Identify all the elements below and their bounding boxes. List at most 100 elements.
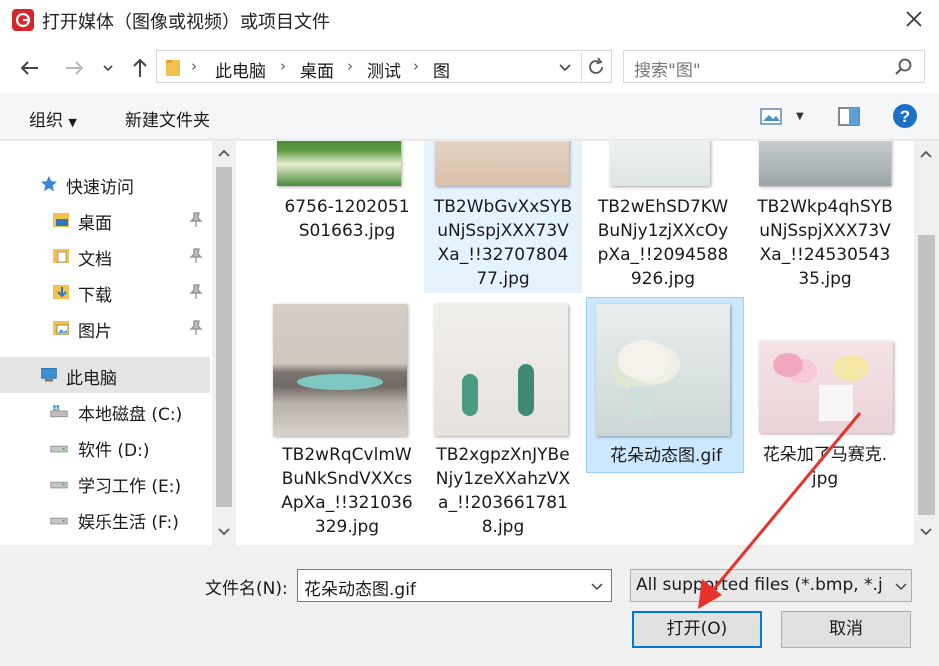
file-name-line: pXa_!!2094588 [597,245,729,265]
file-name-line: uNjSspjXXX73V [759,221,891,241]
close-button[interactable] [894,4,934,36]
scroll-up-icon[interactable] [217,148,231,158]
computer-icon [41,368,57,382]
scroll-thumb[interactable] [216,167,232,507]
file-thumbnail [273,304,407,436]
file-tile[interactable]: TB2xgpzXnJYBe Njy1zeXXahzVX a_!!20366178… [424,299,582,545]
file-name: TB2Wkp4qhSYB uNjSspjXXX73V Xa_!!24530543… [746,195,904,291]
filename-field[interactable]: 花朵动态图.gif [297,569,612,602]
file-name-line: BuNjy1zjXXcOy [597,221,729,241]
file-name-line: 926.jpg [630,269,696,289]
search-icon[interactable] [894,57,914,77]
view-options-icon[interactable] [760,107,784,127]
table-shape [297,374,383,390]
breadcrumb-separator: › [280,57,286,75]
command-bar: 组织 ▼ 新建文件夹 ▼ ? [0,94,939,140]
scroll-down-icon[interactable] [919,527,933,537]
file-name: TB2wRqCvlmW BuNkSndVXXcs ApXa_!!321036 3… [268,443,426,539]
file-name-line: 35.jpg [798,269,852,289]
scroll-thumb[interactable] [918,235,935,515]
nav-item-label: 文档 [78,250,112,270]
pin-icon[interactable] [189,248,203,264]
nav-scrollbar[interactable] [212,141,236,545]
up-button[interactable] [126,54,154,82]
cancel-button[interactable]: 取消 [781,611,911,648]
flower-shape [773,353,803,377]
breadcrumb-separator: › [413,57,419,75]
file-name-line: a_!!203661781 [438,493,568,513]
file-tile[interactable]: 6756-1202051 S01663.jpg [268,141,426,251]
nav-item-label: 桌面 [78,214,112,234]
search-input[interactable]: 搜索"图" [623,50,925,83]
filename-value: 花朵动态图.gif [304,580,416,600]
scroll-up-icon[interactable] [919,149,933,159]
title-bar: 打开媒体（图像或视频）或项目文件 [0,0,939,40]
file-tile[interactable]: TB2WbGvXxSYB uNjSspjXXX73V Xa_!!32707804… [424,141,582,293]
nav-drive-e[interactable]: 学习工作 (E:) [0,465,210,501]
recent-locations-button[interactable] [97,54,119,82]
chevron-down-icon[interactable] [555,57,575,77]
pin-icon[interactable] [189,212,203,228]
new-folder-button[interactable]: 新建文件夹 [125,106,210,131]
scroll-down-icon[interactable] [217,527,231,537]
file-name-line: ApXa_!!321036 [281,493,413,513]
caret-down-icon[interactable]: ▼ [796,111,804,122]
file-list-scrollbar[interactable] [914,141,939,545]
file-tile[interactable]: TB2Wkp4qhSYB uNjSspjXXX73V Xa_!!24530543… [746,141,904,293]
nav-this-pc-label: 此电脑 [66,369,117,389]
window-title: 打开媒体（图像或视频）或项目文件 [42,12,330,33]
open-button[interactable]: 打开(O) [632,611,762,648]
downloads-folder-icon [53,285,69,299]
drive-icon [50,445,68,453]
back-button[interactable] [16,54,44,82]
breadcrumb-separator: › [191,57,197,75]
forward-button[interactable] [60,54,88,82]
file-name-line: 77.jpg [476,269,530,289]
breadcrumb-desktop[interactable]: 桌面 [300,57,334,82]
nav-drive-d[interactable]: 软件 (D:) [0,429,210,465]
pin-icon[interactable] [189,320,203,336]
documents-folder-icon [53,249,69,263]
file-name-line: 8.jpg [481,517,525,537]
breadcrumb-this-pc[interactable]: 此电脑 [215,57,266,82]
file-name: TB2WbGvXxSYB uNjSspjXXX73V Xa_!!32707804… [424,195,582,291]
organize-button[interactable]: 组织 ▼ [29,106,77,131]
file-name-line: 6756-1202051 [284,197,410,217]
nav-quick-access[interactable]: 快速访问 [0,166,210,202]
file-name-line: TB2xgpzXnJYBe [436,445,570,465]
nav-drive-label: 本地磁盘 (C:) [78,405,183,425]
preview-pane-icon[interactable] [837,106,861,128]
breadcrumb-test[interactable]: 测试 [367,57,401,82]
drive-icon [50,517,68,525]
nav-item-downloads[interactable]: 下载 [0,274,210,310]
nav-quick-access-label: 快速访问 [66,178,134,198]
star-icon [40,175,58,192]
pin-icon[interactable] [189,284,203,300]
file-tile[interactable]: TB2wRqCvlmW BuNkSndVXXcs ApXa_!!321036 3… [268,299,426,545]
windows-drive-icon [50,405,68,418]
chevron-down-icon[interactable] [588,577,606,595]
file-thumbnail [610,141,710,186]
nav-drive-f[interactable]: 娱乐生活 (F:) [0,501,210,537]
breadcrumb-separator: › [347,57,353,75]
file-tile[interactable]: TB2wEhSD7KW BuNjy1zjXXcOy pXa_!!2094588 … [584,141,742,293]
help-icon[interactable]: ? [892,103,918,129]
nav-item-desktop[interactable]: 桌面 [0,202,210,238]
address-bar[interactable]: › 此电脑 › 桌面 › 测试 › 图 [156,50,612,83]
nav-item-pictures[interactable]: 图片 [0,310,210,346]
file-name-line: uNjSspjXXX73V [437,221,569,241]
nav-item-documents[interactable]: 文档 [0,238,210,274]
divider [581,51,582,82]
nav-drive-label: 学习工作 (E:) [78,477,182,497]
chevron-down-icon[interactable] [892,577,910,595]
nav-this-pc[interactable]: 此电脑 [0,357,210,393]
breadcrumb-pictures[interactable]: 图 [433,57,450,82]
file-name-line: Xa_!!24530543 [759,245,891,265]
file-name-line: TB2Wkp4qhSYB [757,197,893,217]
refresh-icon[interactable] [585,56,607,78]
arrow-up-icon [133,58,147,77]
vase-shape [630,386,652,420]
close-icon [906,11,922,27]
flower-shape [618,340,670,380]
nav-drive-c[interactable]: 本地磁盘 (C:) [0,393,210,429]
